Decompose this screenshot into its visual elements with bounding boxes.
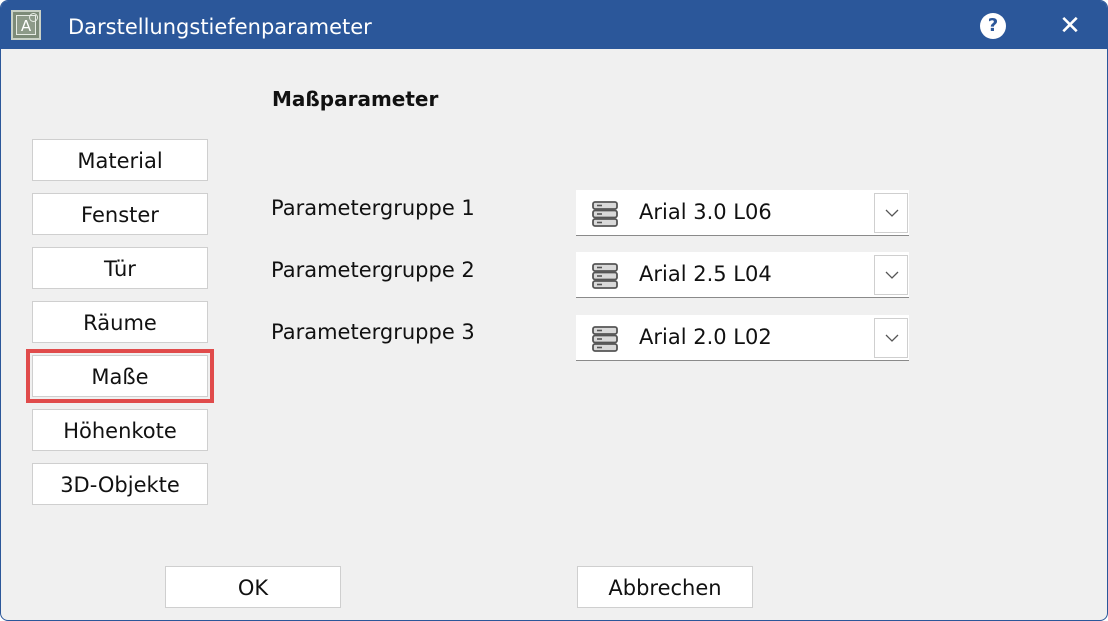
database-icon xyxy=(592,263,618,289)
title-bar: A Darstellungstiefenparameter ? ✕ xyxy=(1,1,1107,49)
nav-button-hoehenkote[interactable]: Höhenkote xyxy=(32,409,208,451)
param-select-1[interactable]: Arial 3.0 L06 xyxy=(576,190,909,236)
param-select-value-3: Arial 2.0 L02 xyxy=(639,325,772,349)
chevron-down-icon xyxy=(885,334,899,342)
chevron-down-icon xyxy=(885,209,899,217)
dropdown-button-1[interactable] xyxy=(874,193,908,233)
help-icon[interactable]: ? xyxy=(980,13,1006,39)
nav-button-tuer[interactable]: Tür xyxy=(32,247,208,289)
cancel-button[interactable]: Abbrechen xyxy=(577,566,753,608)
nav-button-raeume[interactable]: Räume xyxy=(32,301,208,343)
param-select-2[interactable]: Arial 2.5 L04 xyxy=(576,252,909,298)
dialog-window: A Darstellungstiefenparameter ? ✕ Maßpar… xyxy=(0,0,1108,621)
window-title: Darstellungstiefenparameter xyxy=(68,15,372,39)
param-label-2: Parametergruppe 2 xyxy=(271,258,475,282)
chevron-down-icon xyxy=(885,271,899,279)
param-select-value-2: Arial 2.5 L04 xyxy=(639,262,772,286)
nav-button-fenster[interactable]: Fenster xyxy=(32,193,208,235)
param-label-3: Parametergruppe 3 xyxy=(271,320,475,344)
close-icon[interactable]: ✕ xyxy=(1053,9,1087,43)
nav-button-3d-objekte[interactable]: 3D-Objekte xyxy=(32,463,208,505)
database-icon xyxy=(592,326,618,352)
app-icon: A xyxy=(11,10,41,40)
param-label-1: Parametergruppe 1 xyxy=(271,196,475,220)
nav-button-masse[interactable]: Maße xyxy=(26,349,214,403)
dropdown-button-3[interactable] xyxy=(874,318,908,358)
section-title: Maßparameter xyxy=(272,87,439,111)
param-select-value-1: Arial 3.0 L06 xyxy=(639,200,772,224)
dropdown-button-2[interactable] xyxy=(874,255,908,295)
nav-button-material[interactable]: Material xyxy=(32,139,208,181)
param-select-3[interactable]: Arial 2.0 L02 xyxy=(576,315,909,361)
database-icon xyxy=(592,201,618,227)
app-icon-corner xyxy=(29,13,38,22)
ok-button[interactable]: OK xyxy=(165,566,341,608)
